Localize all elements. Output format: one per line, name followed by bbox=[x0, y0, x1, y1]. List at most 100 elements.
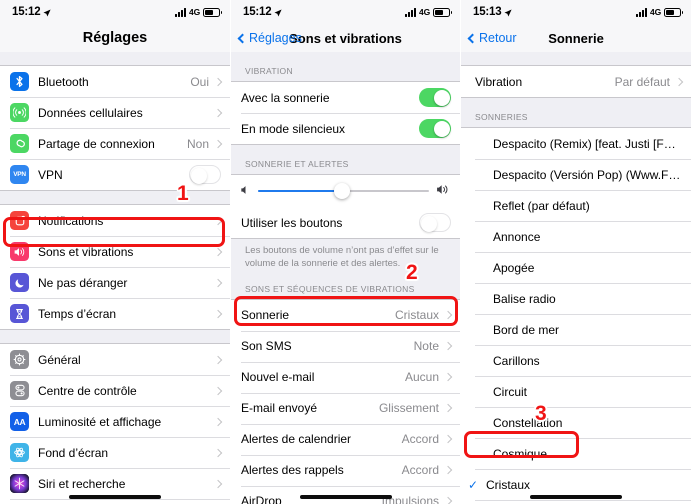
status-time: 15:13 bbox=[473, 6, 502, 18]
status-left-1: 15:12 bbox=[12, 6, 52, 18]
list-item[interactable]: ✓ Despacito (Versión Pop) (Www.FlowHo… bbox=[461, 159, 691, 190]
sidebar-item-screen-time[interactable]: Temps d’écran bbox=[0, 298, 230, 329]
list-item[interactable]: ✓ Balise radio bbox=[461, 283, 691, 314]
settings-group-system: Notifications Sons et vibrations Ne pas … bbox=[0, 204, 230, 330]
row-ringtone[interactable]: Sonnerie Cristaux bbox=[231, 299, 460, 331]
ringer-volume-slider[interactable] bbox=[258, 183, 429, 199]
back-button-label: Réglages bbox=[249, 31, 302, 45]
chevron-right-icon bbox=[213, 247, 223, 256]
ringer-volume-slider-row[interactable] bbox=[231, 175, 460, 207]
sidebar-item-label: Données cellulaires bbox=[38, 105, 143, 120]
row-text-tone[interactable]: Son SMS Note bbox=[231, 330, 460, 362]
list-item[interactable]: ✓ Despacito (Remix) [feat. Justi [FazMus… bbox=[461, 128, 691, 159]
ringtone-label: Constellation bbox=[493, 415, 563, 430]
list-item[interactable]: ✓ Cosmique bbox=[461, 438, 691, 469]
volume-buttons-footnote: Les boutons de volume n’ont pas d’effet … bbox=[245, 245, 439, 269]
back-button-retour[interactable]: Retour bbox=[467, 31, 517, 45]
sidebar-item-bluetooth[interactable]: Bluetooth Oui bbox=[0, 66, 230, 97]
do-not-disturb-icon bbox=[10, 273, 29, 292]
sounds-icon bbox=[10, 242, 29, 261]
status-bar-1: 15:12 4G bbox=[0, 0, 230, 24]
sidebar-item-notifications[interactable]: Notifications bbox=[0, 205, 230, 236]
vibration-on-ring-toggle[interactable] bbox=[419, 88, 451, 107]
sidebar-item-label: VPN bbox=[38, 167, 63, 182]
ringtone-label: Apogée bbox=[493, 260, 535, 275]
list-item[interactable]: ✓ Carillons bbox=[461, 345, 691, 376]
status-right-1: 4G bbox=[175, 7, 222, 17]
chevron-right-icon bbox=[443, 465, 453, 475]
chevron-right-icon bbox=[443, 434, 453, 444]
vpn-toggle[interactable] bbox=[189, 165, 221, 184]
sidebar-item-general[interactable]: Général bbox=[0, 344, 230, 375]
group-gap-1 bbox=[0, 191, 230, 204]
vibration-silent-toggle[interactable] bbox=[419, 119, 451, 138]
sidebar-item-wallpaper[interactable]: Fond d’écran bbox=[0, 437, 230, 468]
slider-thumb[interactable] bbox=[333, 183, 350, 199]
list-item[interactable]: ✓ Étoile filante bbox=[461, 500, 691, 504]
chevron-right-icon bbox=[213, 309, 223, 318]
row-vibration-on-ring[interactable]: Avec la sonnerie bbox=[231, 82, 460, 113]
list-item[interactable]: ✓ Annonce bbox=[461, 221, 691, 252]
panel-sounds-and-haptics: 15:12 4G Réglages Sons et vibrations VIB… bbox=[230, 0, 461, 504]
row-sent-mail[interactable]: E-mail envoyé Glissement bbox=[231, 392, 460, 424]
status-right-3: 4G bbox=[636, 7, 683, 17]
control-center-icon bbox=[10, 381, 29, 400]
list-item[interactable]: ✓ Constellation bbox=[461, 407, 691, 438]
sidebar-item-label: Fond d’écran bbox=[38, 445, 109, 460]
sidebar-item-display-brightness[interactable]: AA Luminosité et affichage bbox=[0, 406, 230, 437]
sidebar-item-vpn[interactable]: VPN VPN bbox=[0, 159, 230, 190]
list-item[interactable]: ✓ Apogée bbox=[461, 252, 691, 283]
panel-ringtone: 15:13 4G Retour Sonnerie Vibration Par d… bbox=[461, 0, 691, 504]
list-item[interactable]: ✓ Reflet (par défaut) bbox=[461, 190, 691, 221]
status-left-3: 15:13 bbox=[473, 6, 513, 18]
sidebar-item-sounds-and-haptics[interactable]: Sons et vibrations bbox=[0, 236, 230, 267]
location-arrow-icon bbox=[43, 8, 52, 17]
chevron-left-icon bbox=[237, 33, 248, 43]
row-calendar-alerts[interactable]: Alertes de calendrier Accord bbox=[231, 423, 460, 455]
cellular-icon bbox=[10, 103, 29, 122]
row-reminder-alerts[interactable]: Alertes des rappels Accord bbox=[231, 454, 460, 486]
network-type-label: 4G bbox=[419, 7, 430, 17]
status-time: 15:12 bbox=[12, 6, 41, 18]
row-value: Note bbox=[413, 339, 439, 354]
nav-bar-3: Retour Sonnerie bbox=[461, 24, 691, 52]
step-badge-1: 1 bbox=[177, 182, 189, 205]
sidebar-item-hotspot[interactable]: Partage de connexion Non bbox=[0, 128, 230, 159]
row-value: Accord bbox=[401, 463, 439, 478]
chevron-right-icon bbox=[213, 77, 223, 86]
vibration-list: Avec la sonnerie En mode silencieux bbox=[231, 81, 460, 145]
sidebar-item-do-not-disturb[interactable]: Ne pas déranger bbox=[0, 267, 230, 298]
siri-icon bbox=[10, 474, 29, 493]
row-label: Nouvel e-mail bbox=[241, 370, 315, 385]
status-time: 15:12 bbox=[243, 6, 272, 18]
list-item[interactable]: ✓ Circuit bbox=[461, 376, 691, 407]
sidebar-item-label: Temps d’écran bbox=[38, 306, 117, 321]
row-value: Cristaux bbox=[394, 308, 439, 323]
change-with-buttons-toggle[interactable] bbox=[419, 213, 451, 232]
sidebar-item-face-id[interactable]: Face ID et code bbox=[0, 499, 230, 504]
row-label: En mode silencieux bbox=[241, 121, 346, 136]
home-indicator bbox=[530, 495, 622, 499]
row-label: Vibration bbox=[475, 74, 523, 89]
row-vibration-silent[interactable]: En mode silencieux bbox=[231, 113, 460, 144]
ringtone-list: ✓ Despacito (Remix) [feat. Justi [FazMus… bbox=[461, 127, 691, 504]
row-value: Par défaut bbox=[614, 74, 670, 89]
ringtone-label: Despacito (Remix) [feat. Justi [FazMusi… bbox=[493, 136, 682, 151]
home-indicator bbox=[69, 495, 161, 499]
list-item[interactable]: ✓ Bord de mer bbox=[461, 314, 691, 345]
chevron-right-icon bbox=[213, 108, 223, 117]
sidebar-item-value: Non bbox=[186, 136, 209, 151]
panel-settings: 15:12 4G Réglages Bluetooth Oui Données … bbox=[0, 0, 230, 504]
ringtone-label: Reflet (par défaut) bbox=[493, 198, 590, 213]
step-badge-3: 3 bbox=[535, 402, 547, 425]
sidebar-item-cellular[interactable]: Données cellulaires bbox=[0, 97, 230, 128]
row-vibration[interactable]: Vibration Par défaut bbox=[461, 66, 691, 97]
ringtone-label: Annonce bbox=[493, 229, 541, 244]
back-button-reglages[interactable]: Réglages bbox=[237, 31, 302, 45]
sidebar-item-value: Oui bbox=[190, 74, 209, 89]
row-change-with-buttons[interactable]: Utiliser les boutons bbox=[231, 207, 460, 238]
row-label: Avec la sonnerie bbox=[241, 90, 330, 105]
row-new-mail[interactable]: Nouvel e-mail Aucun bbox=[231, 361, 460, 393]
ringtone-label: Carillons bbox=[493, 353, 540, 368]
sidebar-item-control-center[interactable]: Centre de contrôle bbox=[0, 375, 230, 406]
